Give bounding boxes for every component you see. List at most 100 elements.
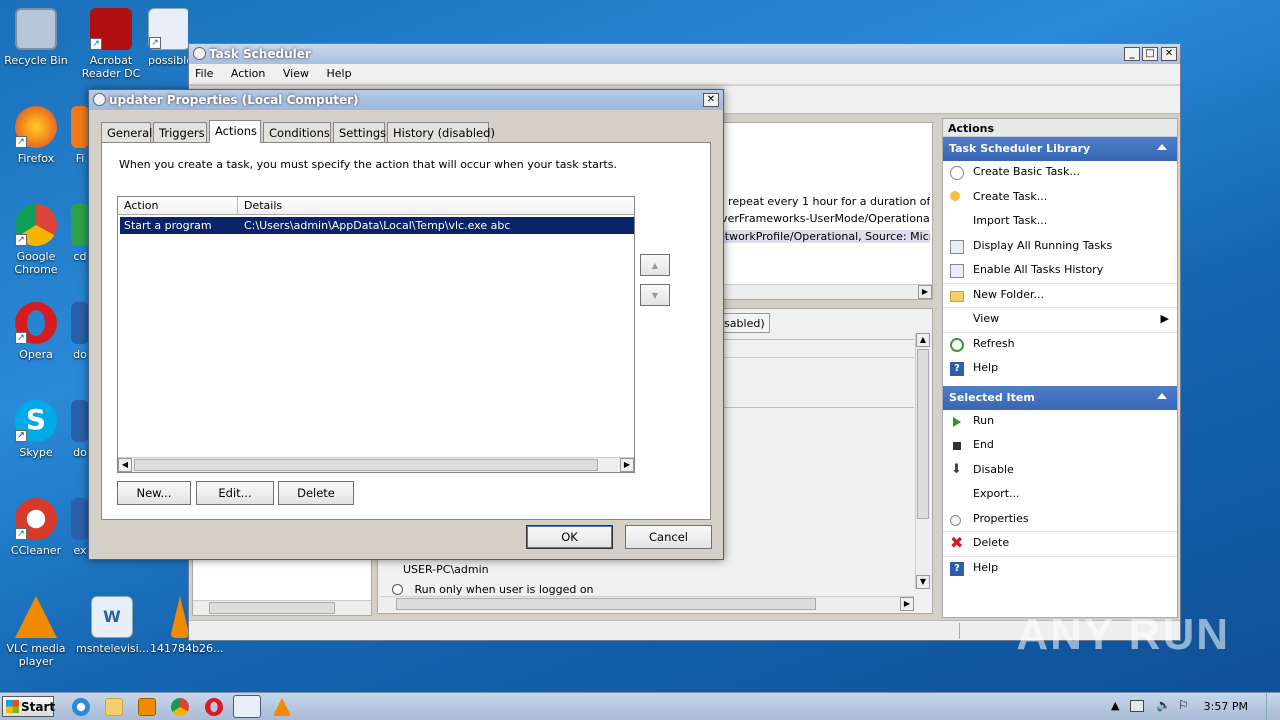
vlc-taskbar-icon[interactable] xyxy=(273,698,291,716)
run-only-logged-on-radio[interactable]: Run only when user is logged on xyxy=(392,583,594,595)
action-help-selected[interactable]: ? Help xyxy=(943,557,1177,582)
new-action-button[interactable]: New... xyxy=(117,481,191,505)
action-export[interactable]: Export... xyxy=(943,483,1177,508)
scroll-left-icon[interactable]: ◀ xyxy=(118,458,132,472)
opera-icon[interactable]: ↗ Opera xyxy=(0,302,72,361)
tab-triggers[interactable]: Triggers xyxy=(153,122,207,142)
tab-conditions[interactable]: Conditions xyxy=(263,122,331,142)
task-list-hscrollbar[interactable]: ▶ xyxy=(718,284,932,299)
tray-expand-icon[interactable]: ▲ xyxy=(1111,699,1119,712)
task-scheduler-taskbar-icon[interactable] xyxy=(233,695,261,718)
menu-file[interactable]: File xyxy=(195,67,213,80)
action-new-folder[interactable]: New Folder... xyxy=(943,284,1177,308)
detail-hscrollbar[interactable]: ▶ xyxy=(380,596,914,611)
scroll-right-icon[interactable]: ▶ xyxy=(620,458,634,472)
acrobat-reader-icon[interactable]: ↗ Acrobat Reader DC xyxy=(75,8,147,80)
actions-tab-panel: When you create a task, you must specify… xyxy=(101,142,711,520)
actions-list[interactable]: Action Details Start a program C:\Users\… xyxy=(117,196,635,473)
collapse-icon[interactable] xyxy=(1157,392,1167,399)
tree-hscrollbar[interactable] xyxy=(193,600,371,615)
volume-icon[interactable]: 🔈 xyxy=(1156,698,1171,712)
action-enable-history[interactable]: Enable All Tasks History xyxy=(943,259,1177,284)
menu-help[interactable]: Help xyxy=(326,67,351,80)
opera-taskbar-icon[interactable] xyxy=(205,698,223,716)
section-task-scheduler-library[interactable]: Task Scheduler Library xyxy=(943,137,1177,161)
desktop-file-icon[interactable]: do xyxy=(70,400,90,459)
action-import-task[interactable]: Import Task... xyxy=(943,210,1177,235)
cancel-button[interactable]: Cancel xyxy=(625,525,712,549)
skype-icon[interactable]: S ↗ Skype xyxy=(0,400,72,459)
edit-action-button[interactable]: Edit... xyxy=(196,481,274,505)
close-button[interactable]: ✕ xyxy=(1161,47,1177,61)
action-label: Properties xyxy=(973,511,1029,525)
detail-vscrollbar[interactable]: ▲ ▼ xyxy=(915,333,930,589)
tab-history[interactable]: History (disabled) xyxy=(387,122,495,142)
action-end[interactable]: End xyxy=(943,434,1177,459)
desktop-file-icon[interactable]: do xyxy=(70,302,90,361)
delete-action-button[interactable]: Delete xyxy=(278,481,354,505)
column-details[interactable]: Details xyxy=(244,199,282,212)
action-disable[interactable]: ⬇ Disable xyxy=(943,459,1177,484)
action-create-basic-task[interactable]: Create Basic Task... xyxy=(943,161,1177,186)
action-run[interactable]: Run xyxy=(943,410,1177,435)
dialog-close-button[interactable]: ✕ xyxy=(703,93,719,107)
google-chrome-icon[interactable]: ↗ Google Chrome xyxy=(0,204,72,276)
action-label: End xyxy=(973,438,994,451)
action-create-task[interactable]: Create Task... xyxy=(943,186,1177,211)
wizard-icon xyxy=(950,166,964,180)
clock[interactable]: 3:57 PM xyxy=(1204,700,1248,713)
firefox-icon[interactable]: ↗ Firefox xyxy=(0,106,72,165)
desktop-icon-label: 141784b26... xyxy=(150,642,224,655)
collapse-icon[interactable] xyxy=(1157,144,1167,150)
action-help[interactable]: ? Help xyxy=(943,357,1177,382)
recycle-bin-icon[interactable]: Recycle Bin xyxy=(0,8,72,67)
scroll-down-icon[interactable]: ▼ xyxy=(916,575,930,589)
action-label: Run xyxy=(973,413,995,427)
dialog-titlebar[interactable]: updater Properties (Local Computer) ✕ xyxy=(89,90,723,110)
tab-general[interactable]: General xyxy=(101,122,152,142)
vlc-media-player-icon[interactable]: VLC media player xyxy=(0,596,72,668)
scroll-right-icon[interactable]: ▶ xyxy=(918,285,932,299)
desktop-file-icon[interactable]: ex xyxy=(70,498,90,557)
action-properties[interactable]: Properties xyxy=(943,508,1177,532)
table-row[interactable]: Start a program C:\Users\admin\AppData\L… xyxy=(120,217,634,234)
task-scheduler-titlebar[interactable]: Task Scheduler _ □ ✕ xyxy=(189,44,1180,64)
ok-button[interactable]: OK xyxy=(526,525,613,549)
menu-action[interactable]: Action xyxy=(231,67,265,80)
scroll-up-icon[interactable]: ▲ xyxy=(916,333,930,347)
list-hscrollbar[interactable]: ◀ ▶ xyxy=(118,457,634,472)
chrome-taskbar-icon[interactable] xyxy=(171,698,189,716)
move-down-button[interactable]: ▼ xyxy=(640,284,670,306)
action-view[interactable]: View ▶ xyxy=(943,308,1177,333)
word-document-icon[interactable]: ↗ possible xyxy=(148,8,188,67)
tab-actions[interactable]: Actions xyxy=(209,120,261,143)
scroll-thumb[interactable] xyxy=(134,459,598,471)
start-button[interactable]: Start xyxy=(2,696,55,717)
column-action[interactable]: Action xyxy=(124,199,158,212)
desktop-file-icon[interactable]: Fi xyxy=(70,106,90,165)
file-explorer-icon[interactable] xyxy=(105,698,123,716)
minimize-button[interactable]: _ xyxy=(1124,47,1140,61)
clock-icon xyxy=(193,47,206,60)
ccleaner-icon[interactable]: ↗ CCleaner xyxy=(0,498,72,557)
move-up-button[interactable]: ▲ xyxy=(640,254,670,276)
word-document-icon[interactable]: W msntelevisi... xyxy=(76,596,149,655)
desktop-icon-label: Acrobat Reader DC xyxy=(81,54,141,80)
tab-settings[interactable]: Settings xyxy=(333,122,386,142)
action-refresh[interactable]: Refresh xyxy=(943,333,1177,358)
show-desktop-button[interactable] xyxy=(1266,693,1280,720)
network-icon[interactable] xyxy=(1130,700,1144,712)
menu-view[interactable]: View xyxy=(283,67,309,80)
action-center-icon[interactable]: ⚐ xyxy=(1178,698,1189,712)
desktop-icon-label: Recycle Bin xyxy=(4,54,68,67)
action-delete[interactable]: ✖ Delete xyxy=(943,532,1177,557)
maximize-button[interactable]: □ xyxy=(1142,47,1158,61)
internet-explorer-icon[interactable] xyxy=(72,698,90,716)
detail-tab-fragment[interactable]: isabled) xyxy=(716,313,770,333)
scroll-right-icon[interactable]: ▶ xyxy=(900,597,914,611)
media-player-icon[interactable] xyxy=(138,698,156,716)
section-selected-item[interactable]: Selected Item xyxy=(943,385,1177,410)
action-display-running-tasks[interactable]: Display All Running Tasks xyxy=(943,235,1177,260)
desktop-file-icon[interactable]: cd xyxy=(70,204,90,263)
menu-bar: File Action View Help xyxy=(189,64,1180,84)
